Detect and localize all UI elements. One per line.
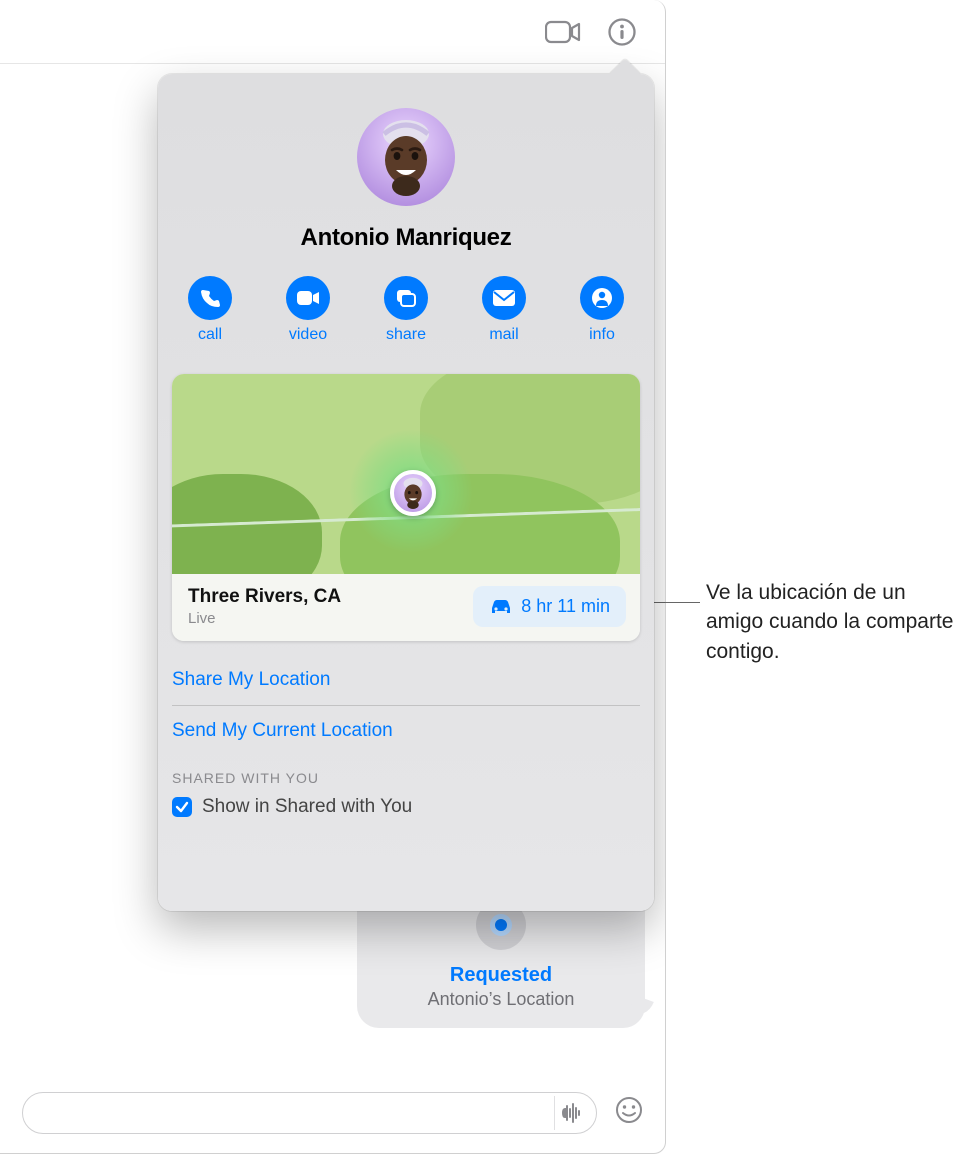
show-in-shared-row[interactable]: Show in Shared with You: [158, 786, 654, 818]
details-popover: Antonio Manriquez call video share mail: [158, 74, 654, 911]
mail-button[interactable]: mail: [482, 276, 526, 344]
show-in-shared-label: Show in Shared with You: [202, 796, 412, 818]
send-current-location-link[interactable]: Send My Current Location: [172, 710, 640, 752]
drive-time-text: 8 hr 11 min: [521, 596, 610, 617]
map-avatar-pin: [390, 470, 436, 516]
drive-time-pill[interactable]: 8 hr 11 min: [473, 586, 626, 627]
checkbox-checked-icon[interactable]: [172, 797, 192, 817]
divider: [172, 705, 640, 706]
conversation-toolbar: [0, 0, 665, 64]
car-icon: [489, 598, 513, 616]
info-label: info: [589, 326, 615, 344]
info-button[interactable]: info: [580, 276, 624, 344]
emoji-picker-icon[interactable]: [615, 1096, 643, 1131]
call-label: call: [198, 326, 222, 344]
video-button[interactable]: video: [286, 276, 330, 344]
map-footer: Three Rivers, CA Live 8 hr 11 min: [172, 574, 640, 641]
message-input-bar: [0, 1087, 665, 1139]
message-text-input[interactable]: [22, 1092, 597, 1134]
location-links: Share My Location Send My Current Locati…: [158, 641, 654, 752]
share-button[interactable]: share: [384, 276, 428, 344]
audio-message-icon[interactable]: [554, 1096, 588, 1130]
messages-window: Requested Antonio’s Location: [0, 0, 666, 1154]
share-my-location-link[interactable]: Share My Location: [172, 659, 640, 701]
contact-action-row: call video share mail info: [158, 276, 654, 344]
location-status: Live: [188, 610, 341, 627]
contact-avatar[interactable]: [357, 108, 455, 206]
bubble-title: Requested: [367, 964, 635, 987]
location-place: Three Rivers, CA: [188, 586, 341, 608]
info-icon[interactable]: [607, 17, 637, 47]
mail-label: mail: [489, 326, 518, 344]
bubble-subtitle: Antonio’s Location: [367, 989, 635, 1010]
annotation-callout: Ve la ubicación de un amigo cuando la co…: [706, 578, 956, 666]
contact-name: Antonio Manriquez: [158, 224, 654, 252]
call-button[interactable]: call: [188, 276, 232, 344]
video-label: video: [289, 326, 327, 344]
location-map-card[interactable]: Three Rivers, CA Live 8 hr 11 min: [172, 374, 640, 641]
facetime-video-icon[interactable]: [545, 19, 581, 45]
shared-with-you-label: SHARED WITH YOU: [158, 752, 654, 786]
share-label: share: [386, 326, 426, 344]
contact-header: Antonio Manriquez call video share mail: [158, 74, 654, 344]
popover-fade: [158, 885, 654, 911]
map-preview: [172, 374, 640, 574]
